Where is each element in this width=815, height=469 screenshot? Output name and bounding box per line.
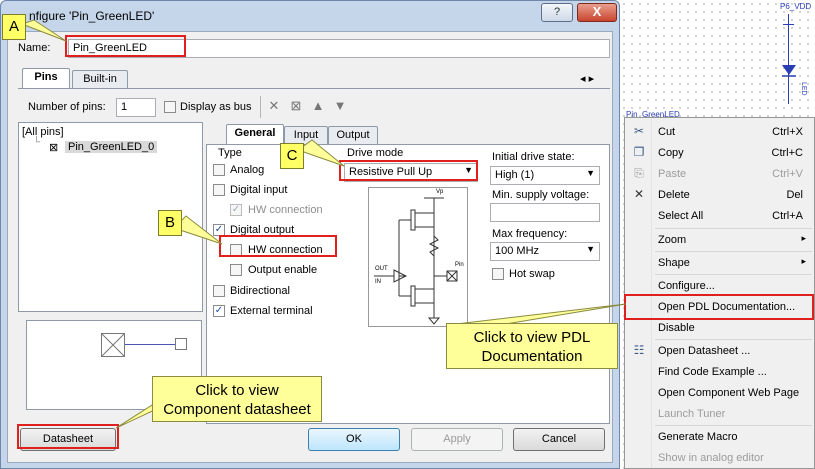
callout-pdl: Click to view PDL Documentation	[446, 323, 618, 369]
callout-datasheet: Click to view Component datasheet	[152, 376, 322, 422]
callout-b: B	[158, 210, 182, 236]
callout-c: C	[280, 143, 304, 169]
callout-datasheet-line2: Component datasheet	[163, 401, 311, 418]
callout-pdl-line2: Documentation	[481, 348, 583, 365]
callout-datasheet-line1: Click to view	[195, 382, 279, 399]
callout-a: A	[2, 14, 26, 40]
callout-pdl-line1: Click to view PDL	[473, 329, 591, 346]
callout-pointers	[20, 19, 627, 429]
